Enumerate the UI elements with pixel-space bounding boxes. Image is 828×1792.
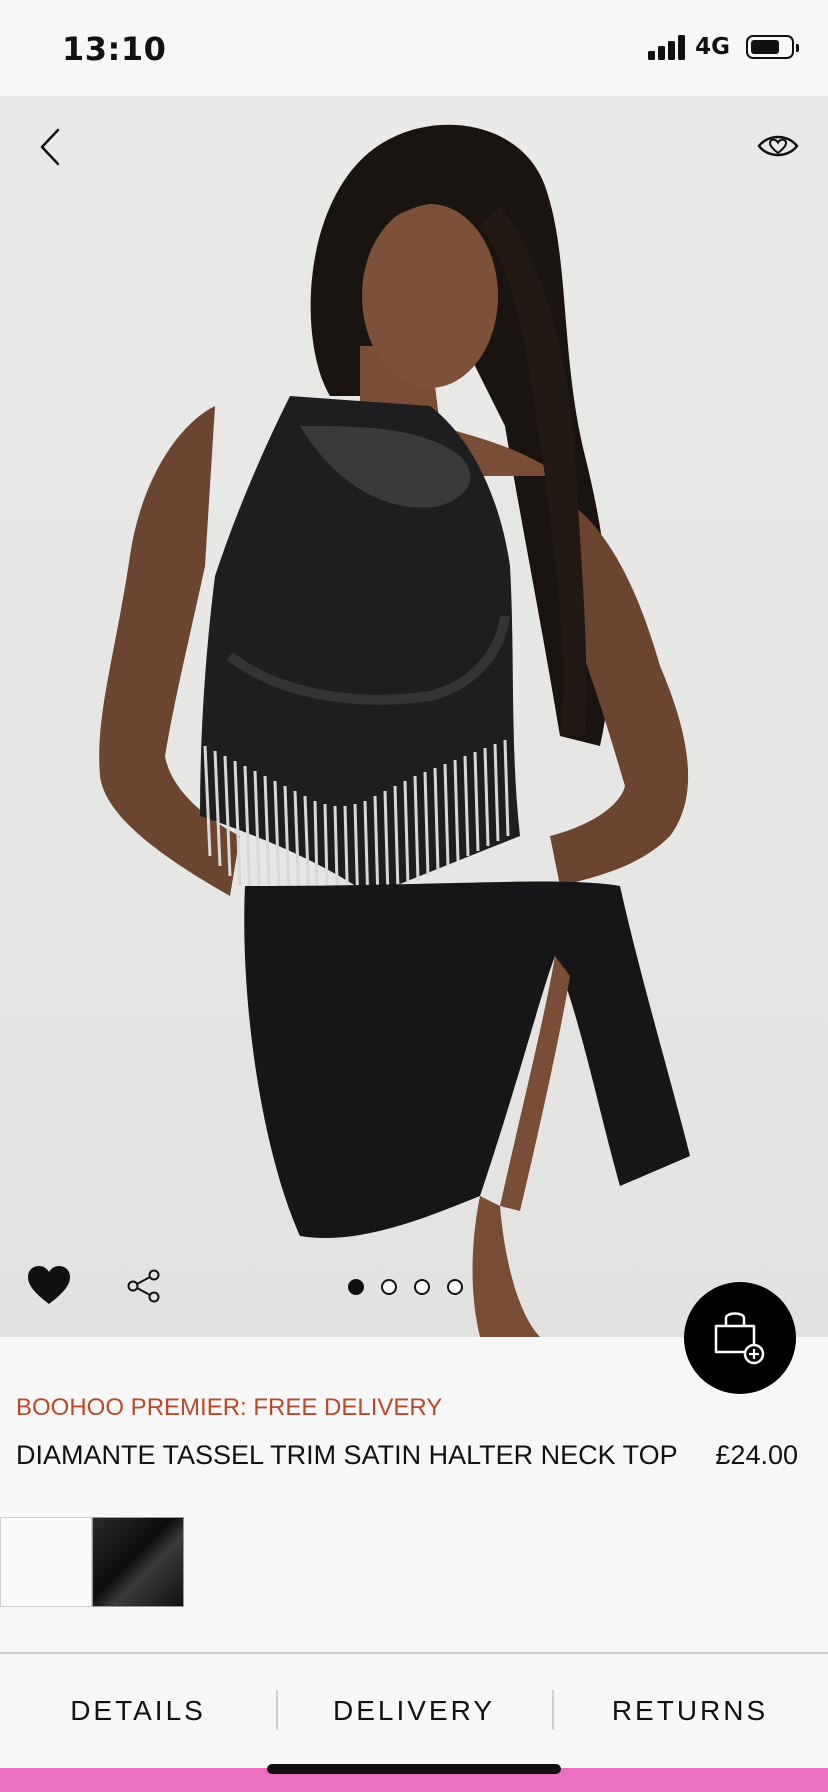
home-indicator[interactable] xyxy=(267,1764,561,1774)
gallery-dot[interactable] xyxy=(447,1279,463,1295)
share-button[interactable] xyxy=(126,1268,162,1304)
status-time: 13:10 xyxy=(62,30,167,68)
status-bar: 13:10 4G xyxy=(0,0,828,96)
view-button[interactable] xyxy=(756,128,800,164)
promo-banner[interactable]: BOOHOO PREMIER: FREE DELIVERY xyxy=(16,1394,442,1422)
product-title: DIAMANTE TASSEL TRIM SATIN HALTER NECK T… xyxy=(16,1440,678,1470)
product-photo xyxy=(99,124,690,1337)
battery-icon xyxy=(746,35,799,59)
shopping-bag-add-icon xyxy=(714,1312,765,1365)
gallery-dot[interactable] xyxy=(414,1279,430,1295)
gallery-dot[interactable] xyxy=(381,1279,397,1295)
gallery-pagination xyxy=(348,1279,463,1295)
product-image-gallery[interactable] xyxy=(0,96,828,1337)
signal-icon xyxy=(648,34,686,60)
status-indicators: 4G xyxy=(648,34,799,60)
color-swatch-white[interactable] xyxy=(0,1517,92,1607)
tab-returns[interactable]: RETURNS xyxy=(552,1654,828,1768)
back-chevron-icon xyxy=(40,128,60,166)
share-icon xyxy=(127,1269,160,1303)
add-to-bag-button[interactable] xyxy=(684,1282,796,1394)
gallery-dot[interactable] xyxy=(348,1279,364,1295)
back-button[interactable] xyxy=(28,122,72,172)
color-swatches xyxy=(0,1517,184,1607)
color-swatch-black[interactable] xyxy=(92,1517,184,1607)
eye-heart-icon xyxy=(757,135,799,157)
product-price: £24.00 xyxy=(715,1440,798,1470)
tab-delivery[interactable]: DELIVERY xyxy=(276,1654,552,1768)
favourite-button[interactable] xyxy=(26,1264,72,1306)
tab-details[interactable]: DETAILS xyxy=(0,1654,276,1768)
info-tabs: DETAILS DELIVERY RETURNS xyxy=(0,1654,828,1768)
network-label: 4G xyxy=(695,34,730,60)
heart-filled-icon xyxy=(28,1266,70,1304)
